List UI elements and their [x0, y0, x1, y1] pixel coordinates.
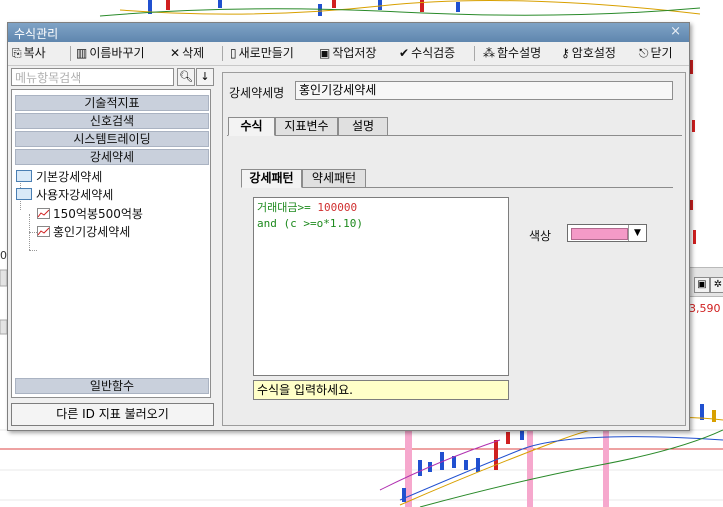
- background-price-label: 3,590: [689, 302, 721, 315]
- formula-editor[interactable]: 거래대금>= 100000 and (c >=o*1.10): [253, 197, 509, 376]
- function-help-icon: ⁂: [483, 46, 495, 60]
- copy-icon: ⎘: [12, 46, 22, 60]
- tab-description[interactable]: 설명: [338, 117, 388, 136]
- subtab-weak-pattern[interactable]: 약세패턴: [302, 169, 366, 188]
- formula-line: and (c >=o*1.10): [257, 216, 505, 232]
- category-system-trading[interactable]: 시스템트레이딩: [15, 131, 209, 147]
- function-help-label: 함수설명: [497, 46, 542, 60]
- function-help-button[interactable]: ⁂ 함수설명: [483, 45, 541, 62]
- close-button[interactable]: ⎋ 닫기: [639, 45, 673, 62]
- right-panel: 강세약세명 홍인기강세약세 수식 지표변수 설명 강세패턴 약세패턴 거래대금>…: [222, 72, 686, 426]
- close-label: 닫기: [650, 46, 673, 60]
- window-titlebar[interactable]: 수식관리 ×: [8, 23, 689, 42]
- chart-line-icon: [37, 226, 50, 237]
- down-arrow-button[interactable]: ↓: [196, 68, 214, 86]
- window-title: 수식관리: [14, 27, 59, 41]
- formula-line: 거래대금>= 100000: [257, 200, 505, 216]
- formula-line-number: 100000: [317, 201, 358, 214]
- rename-icon: ▥: [76, 46, 88, 60]
- save-icon: ▣: [319, 46, 331, 60]
- toolbar-separator: [474, 46, 475, 61]
- password-button[interactable]: ⚷ 암호설정: [561, 45, 616, 62]
- delete-icon: ✕: [170, 46, 181, 60]
- tree-folder-basic[interactable]: 기본강세약세: [16, 170, 102, 185]
- color-swatch: [571, 228, 628, 240]
- tree-item-150-500[interactable]: 150억봉500억봉: [37, 207, 143, 222]
- delete-button[interactable]: ✕ 삭제: [170, 45, 204, 62]
- tree-folder-user[interactable]: 사용자강세약세: [16, 188, 113, 203]
- formula-manager-window: 수식관리 × ⎘ 복사 ▥ 이름바꾸기 ✕ 삭제 ▯ 새로만들기 ▣ 작업저장 ✔ 수식검증…: [7, 22, 690, 431]
- new-button[interactable]: ▯ 새로만들기: [230, 45, 294, 62]
- tree-folder-basic-label: 기본강세약세: [36, 170, 103, 184]
- search-button[interactable]: 🔍︎: [177, 68, 195, 86]
- tab-indicator-variables[interactable]: 지표변수: [275, 117, 338, 136]
- background-save-icon: ▣: [694, 277, 710, 293]
- tree-line: [29, 232, 37, 233]
- toolbar: ⎘ 복사 ▥ 이름바꾸기 ✕ 삭제 ▯ 새로만들기 ▣ 작업저장 ✔ 수식검증 ⁂ 함수설명 …: [8, 43, 689, 66]
- folder-icon: [16, 170, 32, 182]
- password-label: 암호설정: [571, 46, 616, 60]
- color-picker[interactable]: ▼: [567, 224, 647, 242]
- formula-hint-box: 수식을 입력하세요.: [253, 380, 509, 400]
- save-work-label: 작업저장: [332, 46, 377, 60]
- name-field[interactable]: 홍인기강세약세: [295, 81, 673, 100]
- rename-button[interactable]: ▥ 이름바꾸기: [76, 45, 145, 62]
- tree-item-hong[interactable]: 홍인기강세약세: [37, 225, 130, 240]
- tree-item-150-500-label: 150억봉500억봉: [53, 207, 143, 221]
- subtab-strong-pattern[interactable]: 강세패턴: [241, 169, 302, 188]
- new-label: 새로만들기: [238, 46, 294, 60]
- formula-line-text: and (c >=o*1.10): [257, 217, 363, 230]
- new-file-icon: ▯: [230, 46, 237, 60]
- delete-label: 삭제: [182, 46, 205, 60]
- verify-formula-button[interactable]: ✔ 수식검증: [399, 45, 455, 62]
- toolbar-separator: [222, 46, 223, 61]
- tab-formula[interactable]: 수식: [228, 117, 275, 136]
- menu-tree: 기술적지표 신호검색 시스템트레이딩 강세약세 기본강세약세 사용자강세약세 1…: [11, 89, 211, 398]
- left-panel: 메뉴항목검색 🔍︎ ↓ 기술적지표 신호검색 시스템트레이딩 강세약세 기본강세…: [11, 68, 214, 427]
- background-gear-icon: ✲: [710, 277, 723, 293]
- toolbar-separator: [70, 46, 71, 61]
- category-signal-search[interactable]: 신호검색: [15, 113, 209, 129]
- check-icon: ✔: [399, 46, 410, 60]
- category-strength-weakness[interactable]: 강세약세: [15, 149, 209, 165]
- tree-folder-user-label: 사용자강세약세: [36, 188, 114, 202]
- color-label: 색상: [529, 229, 552, 243]
- category-general-functions[interactable]: 일반함수: [15, 378, 209, 394]
- rename-label: 이름바꾸기: [89, 46, 145, 60]
- name-label: 강세약세명: [229, 86, 285, 100]
- category-technical-indicators[interactable]: 기술적지표: [15, 95, 209, 111]
- load-other-id-button[interactable]: 다른 ID 지표 불러오기: [11, 403, 214, 426]
- window-close-icon[interactable]: ×: [670, 24, 681, 39]
- down-arrow-icon: ↓: [200, 70, 210, 83]
- menu-search-input[interactable]: 메뉴항목검색: [11, 68, 174, 86]
- copy-button[interactable]: ⎘ 복사: [12, 45, 46, 62]
- close-door-icon: ⎋: [639, 46, 649, 60]
- save-work-button[interactable]: ▣ 작업저장: [319, 45, 377, 62]
- folder-open-icon: [16, 188, 32, 200]
- search-icon: 🔍︎: [179, 70, 193, 83]
- verify-formula-label: 수식검증: [411, 46, 456, 60]
- tree-line: [29, 250, 37, 251]
- key-icon: ⚷: [561, 46, 570, 60]
- chart-line-icon: [37, 208, 50, 219]
- formula-line-text: 거래대금>=: [257, 201, 318, 214]
- copy-label: 복사: [23, 46, 46, 60]
- chevron-down-icon[interactable]: ▼: [628, 225, 646, 241]
- tree-item-hong-label: 홍인기강세약세: [53, 225, 131, 239]
